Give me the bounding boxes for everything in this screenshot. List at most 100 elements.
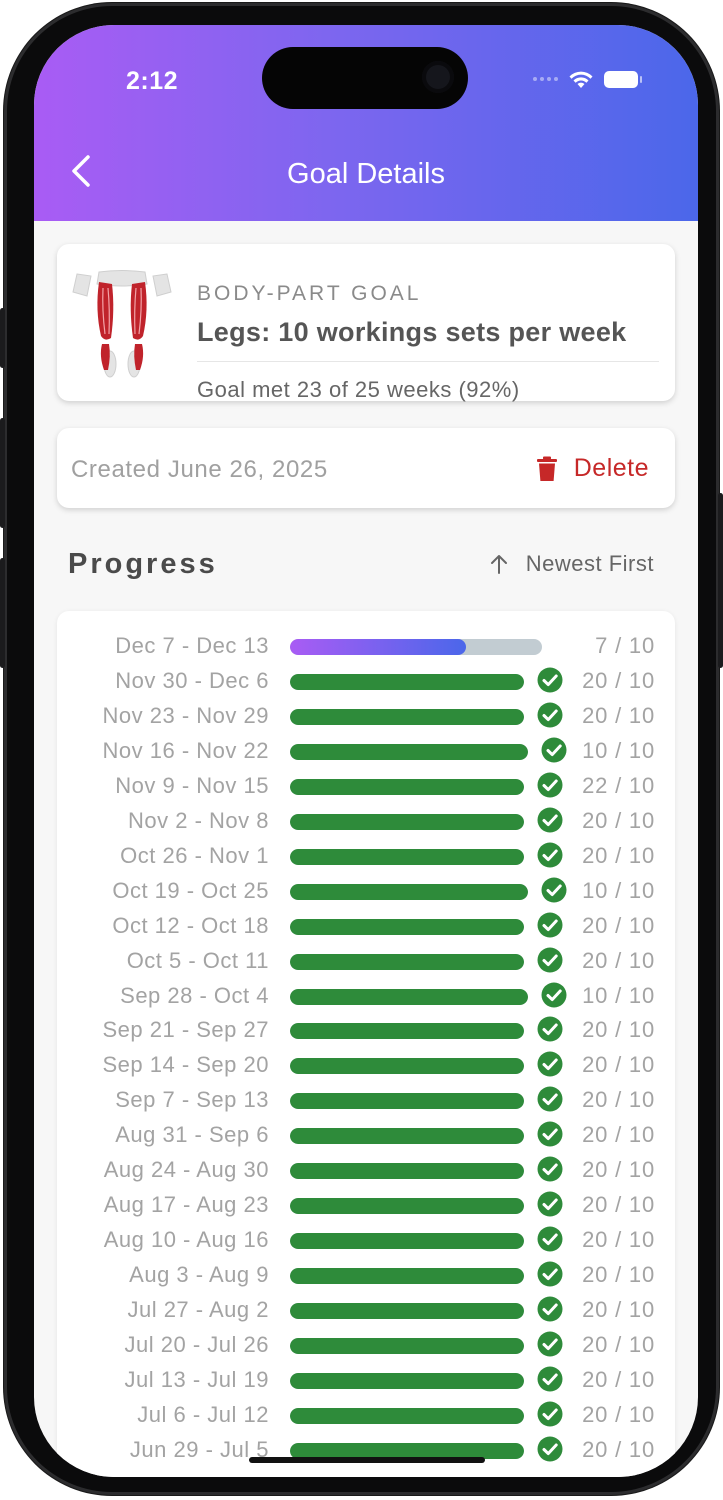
week-range: Nov 16 - Nov 22: [102, 737, 269, 763]
week-count: 7 / 10: [595, 633, 655, 658]
week-range: Aug 24 - Aug 30: [103, 1157, 269, 1183]
week-count: 20 / 10: [582, 1087, 655, 1113]
volume-down-button: [0, 418, 5, 528]
progress-list: Dec 7 - Dec 13 7 / 10 Nov 30 - Dec 6 20 / 1…: [57, 611, 675, 1477]
progress-bar-fill: [290, 1338, 524, 1354]
progress-bar: [290, 1407, 524, 1424]
progress-bar: [290, 1023, 524, 1040]
week-range: Oct 26 - Nov 1: [120, 842, 269, 868]
goal-title: Legs: 10 workings sets per week: [197, 317, 627, 347]
trash-icon: [536, 456, 557, 481]
wifi-icon: [569, 71, 593, 88]
week-row: Oct 26 - Nov 1 20 / 10: [57, 841, 675, 871]
week-row: Oct 12 - Oct 18 20 / 10: [57, 911, 675, 941]
progress-bar: [290, 1128, 524, 1145]
status-icons: [533, 69, 642, 89]
progress-bar-fill: [290, 673, 524, 690]
check-circle-icon: [537, 1016, 563, 1042]
progress-bar-fill: [290, 848, 524, 865]
sort-toggle[interactable]: Newest First: [490, 551, 654, 577]
power-button: [718, 493, 723, 668]
progress-bar-fill: [290, 1372, 524, 1389]
progress-bar-fill: [290, 1128, 524, 1145]
week-row: Oct 5 - Oct 11 20 / 10: [57, 946, 675, 976]
check-circle-icon: [537, 1436, 563, 1462]
week-row: Sep 21 - Sep 27 20 / 10: [57, 1015, 675, 1045]
check-circle-icon: [537, 1121, 563, 1147]
check-circle-icon: [537, 1086, 563, 1112]
week-range: Nov 23 - Nov 29: [102, 702, 269, 728]
progress-bar-fill: [290, 1407, 524, 1424]
week-count: 20 / 10: [582, 912, 655, 938]
week-range: Oct 12 - Oct 18: [112, 912, 269, 938]
progress-bar: [290, 1372, 524, 1389]
progress-bar: [290, 1233, 524, 1250]
progress-bar: [290, 1058, 524, 1075]
week-count: 20 / 10: [582, 1017, 655, 1043]
progress-bar-fill: [290, 1023, 524, 1040]
check-circle-icon: [537, 1366, 563, 1392]
week-count: 20 / 10: [582, 1436, 655, 1462]
week-count: 20 / 10: [582, 1052, 655, 1078]
divider: [197, 361, 659, 362]
phone-frame: 2:12 Goal Details BODY-PART GOAL Legs: 1…: [0, 3, 723, 1495]
week-count: 20 / 10: [582, 1227, 655, 1253]
progress-bar: [290, 673, 524, 690]
progress-heading: Progress: [68, 548, 218, 580]
week-row: Jul 27 - Aug 2 20 / 10: [57, 1295, 675, 1325]
delete-button[interactable]: Delete: [536, 454, 649, 483]
week-row: Jul 13 - Jul 19 20 / 10: [57, 1365, 675, 1395]
week-row: Aug 10 - Aug 16 20 / 10: [57, 1225, 675, 1255]
progress-bar: [290, 1163, 524, 1180]
progress-bar: [290, 1093, 524, 1110]
progress-bar-fill: [290, 708, 524, 725]
week-range: Aug 10 - Aug 16: [103, 1227, 269, 1253]
progress-bar: [290, 639, 542, 655]
app-header: 2:12 Goal Details: [34, 25, 698, 221]
status-time: 2:12: [126, 67, 179, 95]
check-circle-icon: [541, 737, 567, 763]
week-range: Aug 31 - Sep 6: [115, 1122, 269, 1148]
progress-bar: [290, 953, 524, 970]
week-row: Nov 30 - Dec 6 20 / 10: [57, 666, 675, 696]
sort-label: Newest First: [525, 551, 654, 576]
check-circle-icon: [537, 842, 563, 868]
week-row: Oct 19 - Oct 25 10 / 10: [57, 876, 675, 906]
check-circle-icon: [537, 807, 563, 833]
check-circle-icon: [537, 1226, 563, 1252]
progress-bar: [290, 1338, 524, 1354]
goal-met-summary: Goal met 23 of 25 weeks (92%): [197, 377, 520, 402]
week-row: Aug 31 - Sep 6 20 / 10: [57, 1120, 675, 1150]
progress-bar-fill: [290, 1058, 524, 1075]
week-row: Jul 6 - Jul 12 20 / 10: [57, 1400, 675, 1430]
front-camera: [422, 61, 454, 93]
week-row: Nov 9 - Nov 15 22 / 10: [57, 771, 675, 801]
check-circle-icon: [537, 947, 563, 973]
progress-bar-fill: [290, 743, 528, 760]
delete-label: Delete: [573, 454, 649, 482]
check-circle-icon: [537, 1331, 563, 1357]
check-circle-icon: [537, 702, 563, 728]
week-count: 20 / 10: [582, 1401, 655, 1427]
progress-bar-fill: [290, 953, 524, 970]
home-indicator: [249, 1457, 485, 1463]
week-row: Aug 17 - Aug 23 20 / 10: [57, 1190, 675, 1220]
week-range: Oct 19 - Oct 25: [112, 877, 269, 903]
week-count: 20 / 10: [582, 1262, 655, 1288]
battery-icon: [604, 70, 642, 88]
week-range: Sep 28 - Oct 4: [120, 982, 269, 1008]
week-range: Jul 20 - Jul 26: [124, 1332, 269, 1357]
week-row: Nov 2 - Nov 8 20 / 10: [57, 806, 675, 836]
progress-bar: [290, 813, 524, 830]
week-count: 20 / 10: [582, 1157, 655, 1183]
volume-down-button-2: [0, 558, 5, 668]
volume-up-button: [0, 308, 5, 368]
week-row: Aug 24 - Aug 30 20 / 10: [57, 1155, 675, 1185]
week-range: Dec 7 - Dec 13: [115, 633, 269, 658]
week-count: 20 / 10: [582, 1297, 655, 1323]
week-count: 20 / 10: [582, 1366, 655, 1392]
progress-bar-fill: [290, 883, 528, 900]
week-count: 20 / 10: [582, 1192, 655, 1218]
week-count: 20 / 10: [582, 1122, 655, 1148]
screen: 2:12 Goal Details BODY-PART GOAL Legs: 1…: [34, 25, 698, 1477]
